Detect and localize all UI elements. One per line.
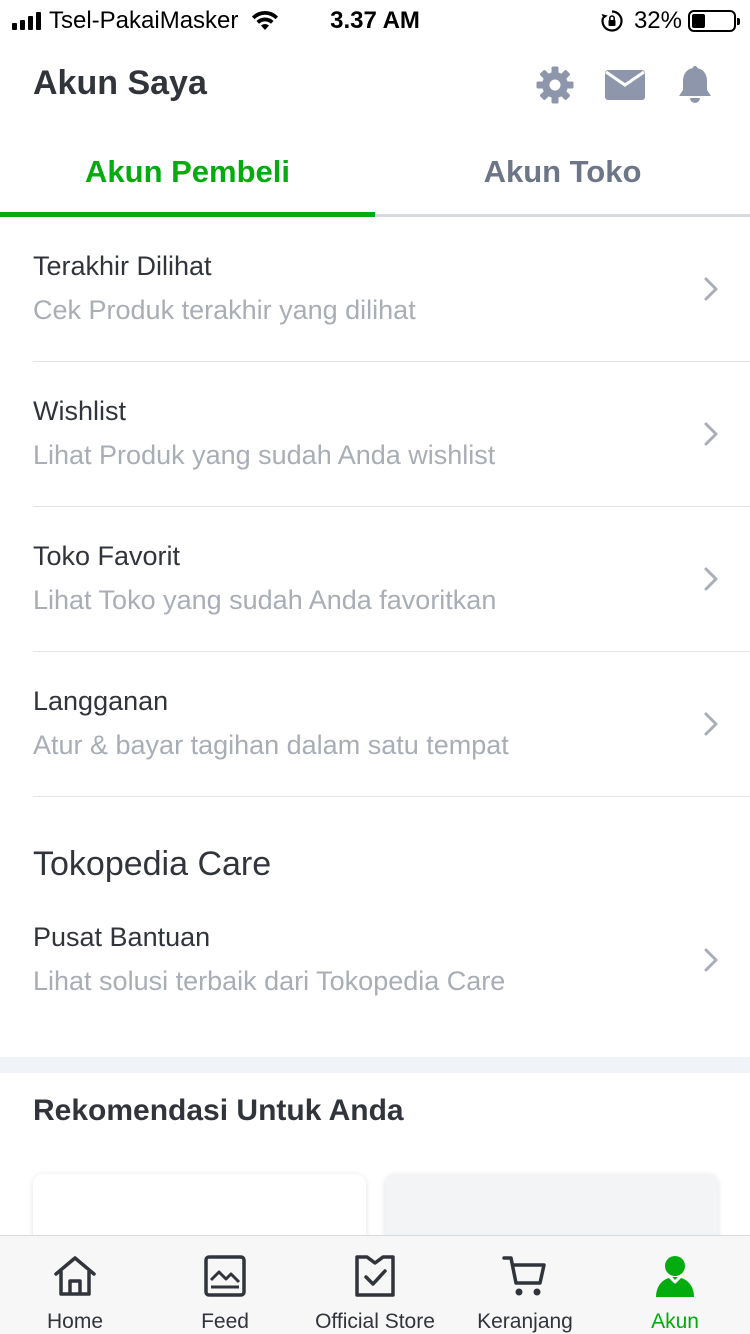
bottom-nav: Home Feed Official Store Keranjang Akun <box>0 1235 750 1334</box>
menu-item-title: Terakhir Dilihat <box>33 251 212 281</box>
tab-akun-toko[interactable]: Akun Toko <box>375 132 750 214</box>
menu-item-subtitle: Cek Produk terakhir yang dilihat <box>33 295 416 325</box>
nav-item-akun[interactable]: Akun <box>600 1236 750 1334</box>
gear-icon[interactable] <box>534 64 576 106</box>
menu-item-title: Toko Favorit <box>33 541 181 571</box>
rotation-lock-icon <box>601 10 623 32</box>
nav-label: Home <box>46 1310 104 1333</box>
chevron-right-icon <box>704 712 718 736</box>
nav-item-home[interactable]: Home <box>0 1236 150 1334</box>
menu-item-langganan[interactable]: Langganan Atur & bayar tagihan dalam sat… <box>33 652 750 797</box>
chevron-right-icon <box>704 422 718 446</box>
status-bar: Tsel-PakaiMasker 3.37 AM 32% <box>0 0 750 40</box>
status-right: 32% <box>600 6 740 36</box>
account-icon <box>651 1252 699 1300</box>
header: Akun Saya <box>0 50 750 120</box>
bell-icon[interactable] <box>674 64 716 106</box>
chevron-right-icon <box>704 948 718 972</box>
menu-item-wishlist[interactable]: Wishlist Lihat Produk yang sudah Anda wi… <box>33 362 750 507</box>
battery-fill <box>692 14 705 28</box>
battery-percent: 32% <box>633 7 682 34</box>
account-tabs: Akun Pembeli Akun Toko <box>0 132 750 217</box>
nav-label: Feed <box>201 1310 249 1333</box>
chevron-right-icon <box>704 567 718 591</box>
battery-icon <box>688 10 740 32</box>
section-title-care: Tokopedia Care <box>33 845 272 883</box>
nav-label: Keranjang <box>477 1310 573 1333</box>
nav-item-feed[interactable]: Feed <box>150 1236 300 1334</box>
menu-item-pusat-bantuan[interactable]: Pusat Bantuan Lihat solusi terbaik dari … <box>33 890 750 1030</box>
menu-item-title: Langganan <box>33 686 169 716</box>
feed-icon <box>201 1252 249 1300</box>
mail-icon[interactable] <box>604 64 646 106</box>
menu-list: Terakhir Dilihat Cek Produk terakhir yan… <box>0 217 750 797</box>
cart-icon <box>501 1252 549 1300</box>
menu-item-title: Wishlist <box>33 396 126 426</box>
nav-item-keranjang[interactable]: Keranjang <box>450 1236 600 1334</box>
header-actions <box>534 64 716 106</box>
official-store-icon <box>351 1252 399 1300</box>
page-title: Akun Saya <box>33 64 207 102</box>
menu-item-subtitle: Atur & bayar tagihan dalam satu tempat <box>33 730 509 760</box>
menu-item-title: Pusat Bantuan <box>33 922 211 952</box>
section-divider <box>0 1057 750 1073</box>
menu-item-toko-favorit[interactable]: Toko Favorit Lihat Toko yang sudah Anda … <box>33 507 750 652</box>
menu-item-subtitle: Lihat Produk yang sudah Anda wishlist <box>33 440 496 470</box>
menu-item-terakhir-dilihat[interactable]: Terakhir Dilihat Cek Produk terakhir yan… <box>33 217 750 362</box>
nav-item-official-store[interactable]: Official Store <box>300 1236 450 1334</box>
nav-label: Official Store <box>315 1310 435 1333</box>
nav-label: Akun <box>651 1310 699 1333</box>
home-icon <box>51 1252 99 1300</box>
menu-item-subtitle: Lihat Toko yang sudah Anda favoritkan <box>33 585 497 615</box>
menu-item-subtitle: Lihat solusi terbaik dari Tokopedia Care <box>33 966 506 996</box>
tab-akun-pembeli[interactable]: Akun Pembeli <box>0 132 375 217</box>
recommendations-title: Rekomendasi Untuk Anda <box>33 1094 404 1127</box>
chevron-right-icon <box>704 277 718 301</box>
